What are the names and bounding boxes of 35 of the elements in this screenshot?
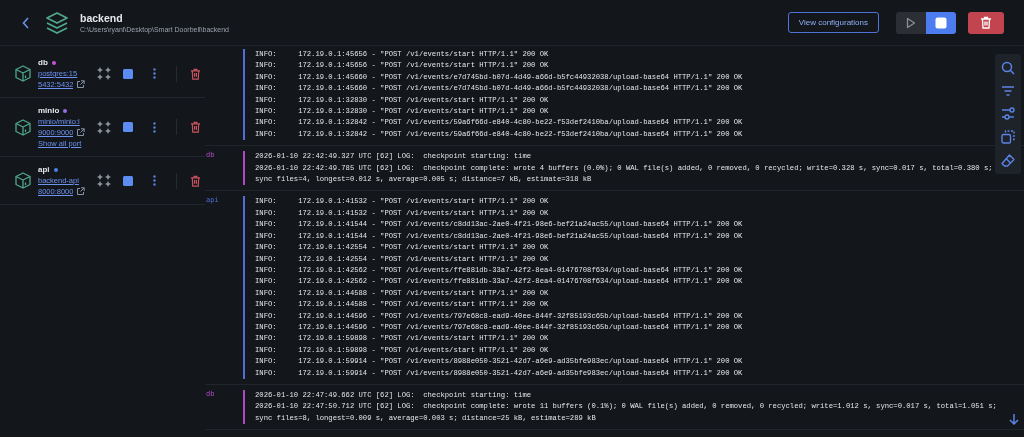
trash-icon[interactable]: [190, 67, 201, 80]
container-name: api: [38, 165, 50, 174]
sparkle-icon[interactable]: [97, 67, 111, 80]
stop-button[interactable]: [926, 11, 956, 34]
more-icon[interactable]: [153, 121, 156, 133]
more-icon[interactable]: [153, 175, 156, 186]
external-link-icon[interactable]: [76, 80, 86, 89]
cube-icon: [15, 172, 31, 189]
cube-icon: [15, 65, 31, 82]
eraser-icon[interactable]: [1001, 154, 1015, 167]
trash-icon[interactable]: [190, 121, 201, 133]
sparkle-icon[interactable]: [97, 120, 111, 134]
stop-icon[interactable]: [123, 175, 133, 186]
container-name: minio: [38, 106, 60, 115]
trash-icon[interactable]: [190, 174, 201, 187]
play-icon: [906, 16, 916, 29]
trash-icon: [980, 16, 992, 29]
stop-icon: [935, 16, 947, 29]
sparkle-icon[interactable]: [97, 174, 111, 187]
external-link-icon[interactable]: [76, 187, 86, 196]
back-icon[interactable]: [22, 16, 30, 29]
container-name: db: [38, 58, 48, 67]
cube-icon: [15, 118, 31, 136]
view-configurations-button[interactable]: View configurations: [787, 12, 879, 33]
more-icon[interactable]: [153, 68, 156, 79]
delete-button[interactable]: [968, 11, 1004, 34]
stop-icon[interactable]: [123, 68, 133, 79]
filter-icon[interactable]: [1001, 85, 1015, 97]
sliders-icon[interactable]: [1001, 107, 1015, 120]
search-icon[interactable]: [1001, 61, 1015, 75]
external-link-icon[interactable]: [76, 128, 86, 137]
scroll-down-icon[interactable]: [1009, 413, 1019, 425]
stack-icon: [44, 9, 70, 36]
copy-icon[interactable]: [1001, 130, 1015, 144]
project-title: backend: [80, 12, 124, 24]
